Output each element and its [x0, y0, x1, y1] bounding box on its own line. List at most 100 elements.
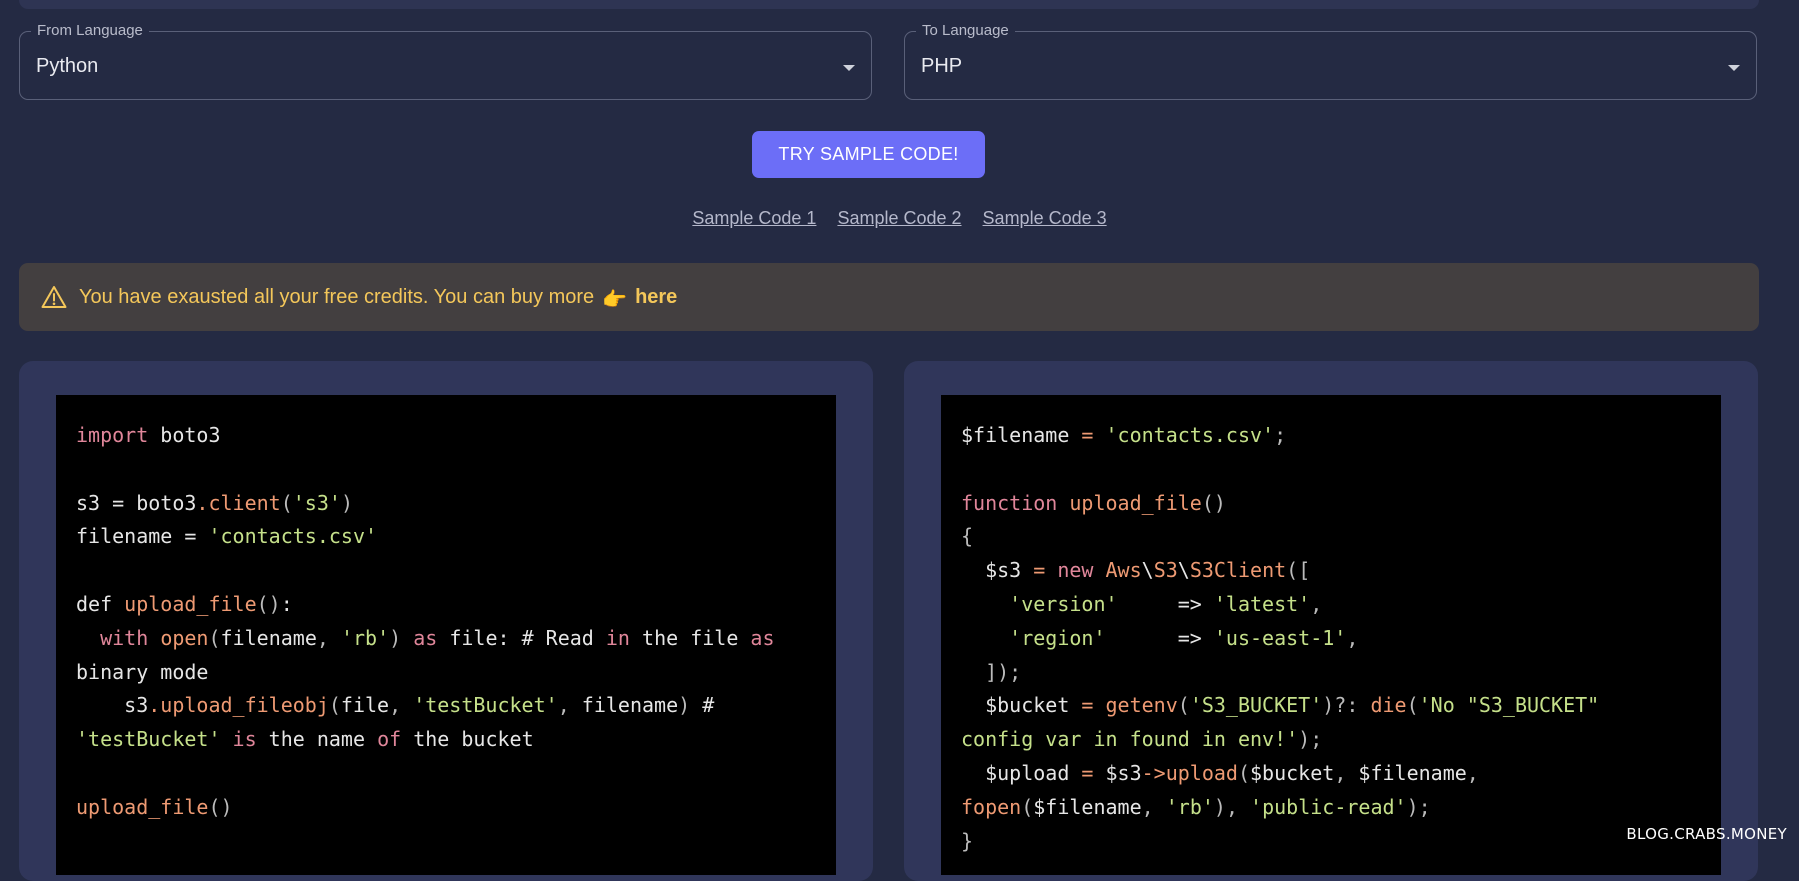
- chevron-down-icon: [1728, 65, 1740, 71]
- code-token: 'contacts.csv': [1106, 423, 1275, 447]
- code-token: in: [606, 626, 630, 650]
- code-token: \: [1142, 558, 1154, 582]
- code-token: );: [1298, 727, 1322, 751]
- code-token: 'region': [1009, 626, 1105, 650]
- code-token: Aws: [1106, 558, 1142, 582]
- code-token: ,: [558, 693, 582, 717]
- code-line: function upload_file(): [961, 487, 1701, 521]
- code-token: ([: [1286, 558, 1310, 582]
- code-token: die: [1370, 693, 1406, 717]
- alert-message: You have exausted all your free credits.…: [79, 286, 594, 309]
- code-token: (: [281, 491, 293, 515]
- to-language-label: To Language: [916, 22, 1015, 40]
- code-token: }: [961, 829, 973, 853]
- code-token: s3: [76, 693, 148, 717]
- output-code-viewer: $filename = 'contacts.csv'; function uplo…: [941, 395, 1721, 875]
- code-token: [961, 626, 1009, 650]
- code-token: =>: [1106, 626, 1214, 650]
- code-line: filename = 'contacts.csv': [76, 520, 816, 554]
- code-token: new: [1057, 558, 1093, 582]
- code-token: s3 = boto3: [76, 491, 196, 515]
- code-line: upload_file(): [76, 791, 816, 825]
- code-line: [76, 757, 816, 791]
- code-token: $s3: [1093, 761, 1141, 785]
- code-line: ]);: [961, 656, 1701, 690]
- code-token: $s3: [961, 558, 1033, 582]
- code-line: [76, 453, 816, 487]
- code-token: ->upload: [1142, 761, 1238, 785]
- code-token: function: [961, 491, 1057, 515]
- code-token: ): [678, 693, 690, 717]
- code-token: ,: [1142, 795, 1166, 819]
- code-token: {: [961, 524, 973, 548]
- code-token: 'public-read': [1250, 795, 1407, 819]
- code-token: .upload_fileobj: [148, 693, 329, 717]
- code-line: s3.upload_fileobj(file, 'testBucket', fi…: [76, 689, 816, 723]
- code-token: (: [329, 693, 341, 717]
- code-token: file: [341, 693, 389, 717]
- code-token: $upload: [961, 761, 1081, 785]
- credits-warning-alert: You have exausted all your free credits.…: [19, 263, 1759, 331]
- code-token: ,: [317, 626, 341, 650]
- code-line: 'version' => 'latest',: [961, 588, 1701, 622]
- code-token: ,: [1310, 592, 1322, 616]
- input-code-editor[interactable]: import boto3s3 = boto3.client('s3')filen…: [56, 395, 836, 875]
- code-line: [76, 554, 816, 588]
- buy-credits-link[interactable]: here: [635, 286, 677, 309]
- code-token: $filename: [961, 423, 1081, 447]
- top-card-edge: [19, 0, 1759, 9]
- to-language-select[interactable]: To Language PHP: [904, 31, 1757, 100]
- from-language-select[interactable]: From Language Python: [19, 31, 872, 100]
- code-token: 'latest': [1214, 592, 1310, 616]
- code-token: fopen: [961, 795, 1021, 819]
- code-line: import boto3: [76, 419, 816, 453]
- sample-code-1-link[interactable]: Sample Code 1: [692, 208, 816, 228]
- code-line: 'region' => 'us-east-1',: [961, 622, 1701, 656]
- code-line: $filename = 'contacts.csv';: [961, 419, 1701, 453]
- code-token: import: [76, 423, 148, 447]
- code-token: (): [257, 592, 281, 616]
- code-token: (): [1202, 491, 1226, 515]
- code-token: 'S3_BUCKET': [1190, 693, 1322, 717]
- code-token: binary mode: [76, 660, 208, 684]
- code-token: S3Client: [1190, 558, 1286, 582]
- code-token: ,: [1467, 761, 1479, 785]
- code-token: [1093, 558, 1105, 582]
- code-token: def: [76, 592, 124, 616]
- code-token: ): [341, 491, 353, 515]
- code-line: [961, 453, 1701, 487]
- sample-code-2-link[interactable]: Sample Code 2: [837, 208, 961, 228]
- code-token: is: [233, 727, 257, 751]
- to-language-value: PHP: [921, 55, 962, 77]
- code-token: )?:: [1322, 693, 1370, 717]
- code-line: $upload = $s3->upload($bucket, $filename…: [961, 757, 1701, 791]
- code-token: $bucket: [1250, 761, 1334, 785]
- code-token: $bucket: [961, 693, 1081, 717]
- sample-code-links: Sample Code 1 Sample Code 2 Sample Code …: [0, 208, 1799, 229]
- code-token: ),: [1214, 795, 1250, 819]
- try-sample-code-button[interactable]: TRY SAMPLE CODE!: [752, 131, 985, 178]
- code-token: 'rb': [341, 626, 389, 650]
- code-token: [1045, 558, 1057, 582]
- code-token: ,: [1334, 761, 1358, 785]
- pointing-hand-icon: 👉: [602, 287, 627, 312]
- code-token: [148, 626, 160, 650]
- code-token: of: [377, 727, 401, 751]
- code-token: [1093, 423, 1105, 447]
- code-token: filename: [582, 693, 678, 717]
- code-token: \: [1178, 558, 1190, 582]
- sample-code-3-link[interactable]: Sample Code 3: [983, 208, 1107, 228]
- code-line: }: [961, 825, 1701, 859]
- code-token: 's3': [293, 491, 341, 515]
- code-token: .client: [196, 491, 280, 515]
- code-token: ,: [389, 693, 413, 717]
- code-token: S3: [1154, 558, 1178, 582]
- code-token: the file: [630, 626, 750, 650]
- code-token: $filename: [1033, 795, 1141, 819]
- code-token: (: [1238, 761, 1250, 785]
- code-line: 'testBucket' is the name of the bucket: [76, 723, 816, 757]
- code-token: [76, 626, 100, 650]
- code-token: the name: [257, 727, 377, 751]
- code-token: as: [413, 626, 437, 650]
- code-token: with: [100, 626, 148, 650]
